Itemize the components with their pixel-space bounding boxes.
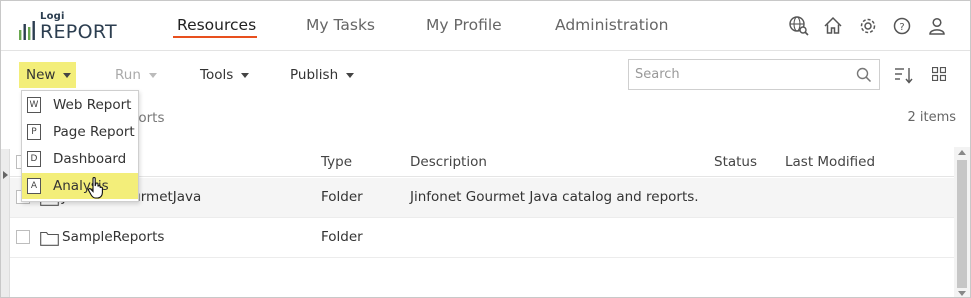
new-button-label: New — [26, 67, 56, 83]
dashboard-icon: D — [27, 151, 41, 167]
active-tab-underline — [173, 36, 257, 38]
row-checkbox[interactable] — [16, 230, 30, 244]
column-header-status[interactable]: Status — [714, 154, 757, 170]
resource-type: Folder — [321, 229, 363, 245]
menu-item-dashboard[interactable]: D Dashboard — [22, 146, 138, 172]
left-panel-toggle[interactable] — [1, 149, 10, 297]
toolbar: New Run Tools Publish — [1, 52, 970, 97]
nav-administration[interactable]: Administration — [555, 16, 668, 34]
grid-view-icon[interactable] — [932, 67, 946, 81]
new-dropdown-menu: W Web Report P Page Report D Dashboard A… — [21, 90, 139, 202]
scroll-up-icon[interactable] — [958, 150, 966, 155]
scroll-down-icon[interactable] — [958, 291, 966, 296]
search-input[interactable] — [629, 60, 849, 89]
logo: Logi REPORT — [18, 10, 118, 44]
menu-item-label: Page Report — [53, 124, 135, 140]
menu-item-page-report[interactable]: P Page Report — [22, 119, 138, 145]
nav-my-profile[interactable]: My Profile — [426, 16, 502, 34]
search-icon[interactable] — [856, 67, 872, 83]
chevron-down-icon — [346, 73, 355, 78]
vertical-scrollbar[interactable] — [954, 147, 970, 297]
column-header-last-modified[interactable]: Last Modified — [785, 154, 875, 170]
publish-button-label: Publish — [290, 67, 339, 83]
web-report-icon: W — [27, 97, 41, 113]
table-row[interactable]: SampleReports Folder — [10, 218, 954, 258]
run-button[interactable]: Run — [115, 62, 157, 88]
resource-description: Jinfonet Gourmet Java catalog and report… — [410, 189, 699, 205]
tools-button[interactable]: Tools — [200, 62, 250, 88]
menu-item-label: Web Report — [53, 97, 132, 113]
chevron-down-icon — [241, 73, 250, 78]
analysis-icon: A — [27, 178, 41, 194]
header-icons: ? — [788, 15, 948, 37]
run-button-label: Run — [115, 67, 141, 83]
table-header: Type Description Status Last Modified — [10, 147, 954, 177]
column-header-type[interactable]: Type — [321, 154, 352, 170]
resource-table: Type Description Status Last Modified Ji… — [10, 147, 954, 297]
menu-item-analysis[interactable]: A Analysis — [22, 173, 138, 199]
menu-item-label: Dashboard — [53, 151, 127, 167]
column-header-description[interactable]: Description — [410, 154, 487, 170]
logo-bars-icon — [19, 21, 35, 40]
app-header: Logi REPORT Resources My Tasks My Profil… — [1, 1, 970, 51]
scroll-thumb[interactable] — [957, 160, 967, 288]
page-report-icon: P — [27, 124, 41, 140]
gear-icon[interactable] — [857, 15, 879, 37]
hand-cursor-icon — [87, 176, 103, 199]
help-icon[interactable]: ? — [891, 15, 913, 37]
table-row[interactable]: JinfonetGourmetJava Folder Jinfonet Gour… — [10, 178, 954, 218]
globe-search-icon[interactable] — [788, 15, 810, 37]
expand-arrow-icon — [3, 171, 8, 179]
resource-name[interactable]: SampleReports — [62, 229, 164, 245]
chevron-down-icon — [63, 73, 72, 78]
resource-type: Folder — [321, 189, 363, 205]
new-button[interactable]: New — [19, 62, 76, 88]
items-count: 2 items — [907, 110, 956, 125]
tools-button-label: Tools — [200, 67, 234, 83]
folder-icon — [40, 231, 59, 246]
app-window: Logi REPORT Resources My Tasks My Profil… — [0, 0, 971, 298]
menu-item-web-report[interactable]: W Web Report — [22, 92, 138, 118]
chevron-down-icon — [148, 73, 157, 78]
svg-text:?: ? — [899, 22, 904, 33]
sort-icon[interactable] — [894, 66, 914, 84]
logo-big-text: REPORT — [40, 21, 117, 43]
publish-button[interactable]: Publish — [290, 62, 355, 88]
search-box — [628, 59, 880, 90]
nav-resources[interactable]: Resources — [177, 16, 256, 34]
user-icon[interactable] — [926, 15, 948, 37]
home-icon[interactable] — [822, 15, 844, 37]
nav-my-tasks[interactable]: My Tasks — [306, 16, 375, 34]
